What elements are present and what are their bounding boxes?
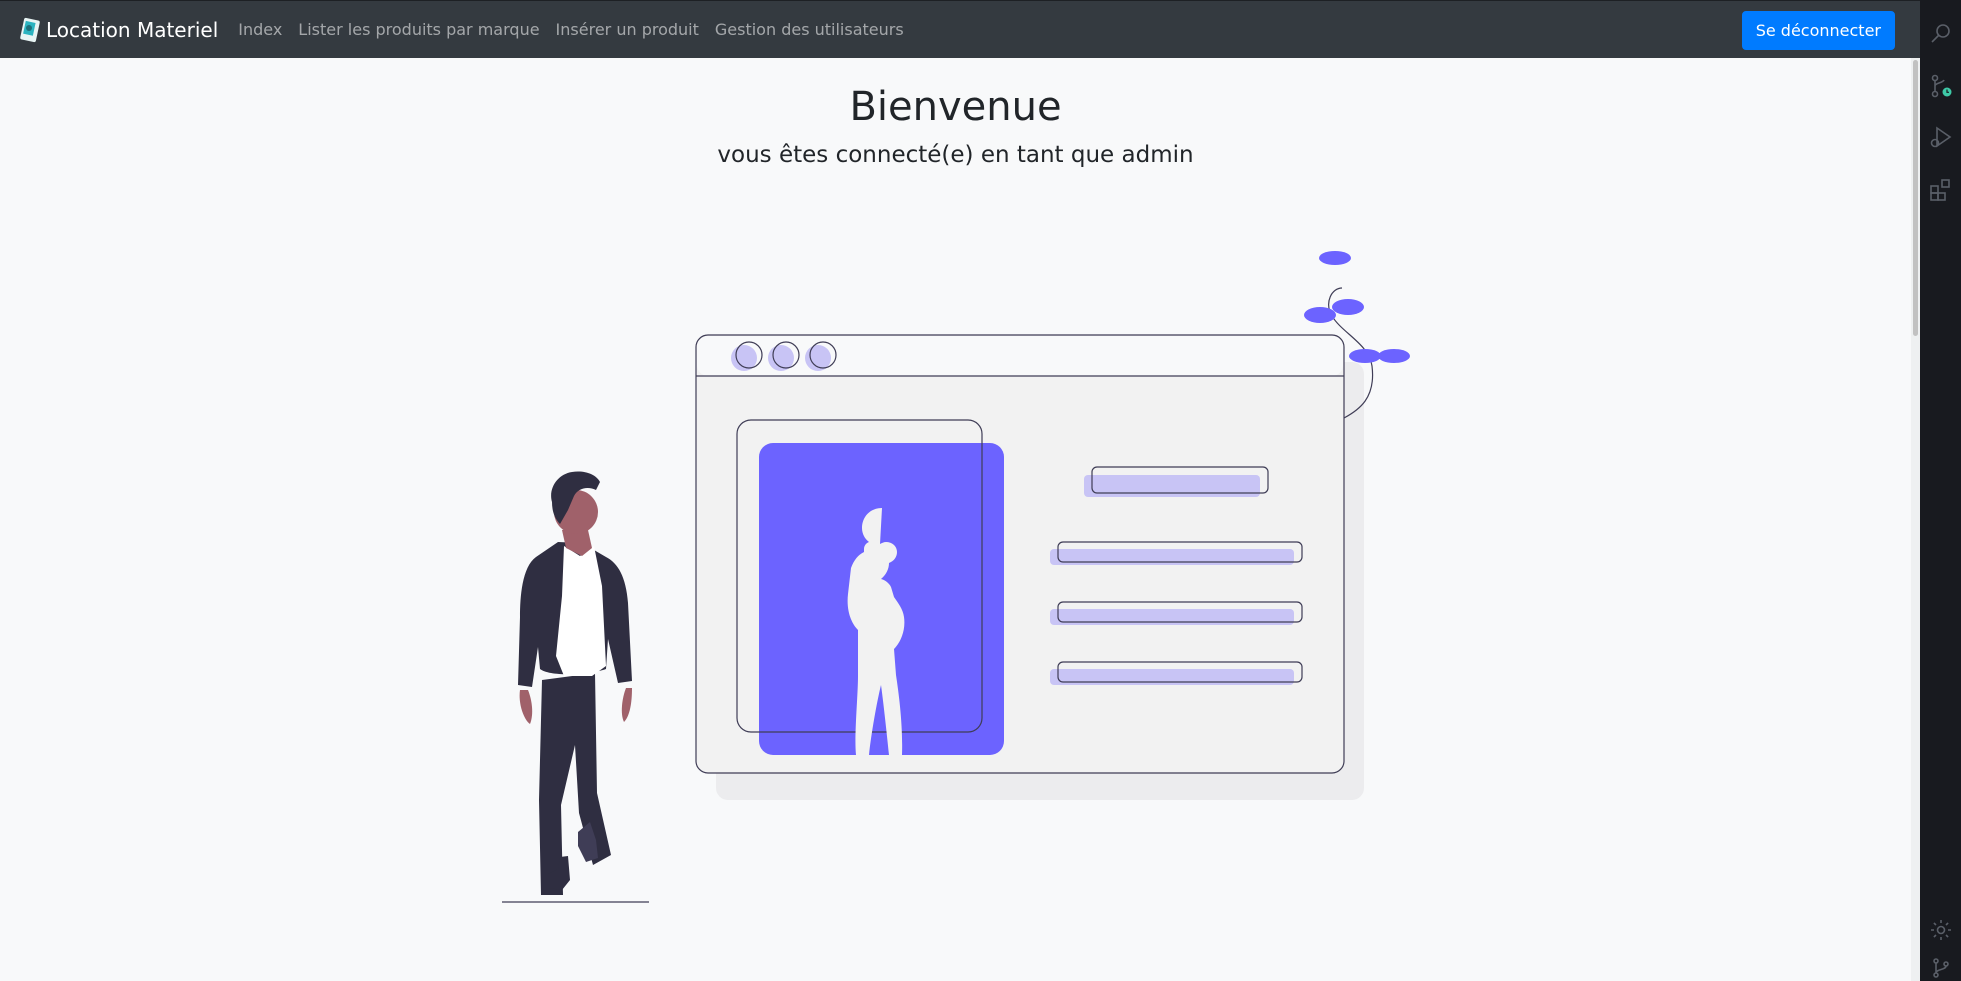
page-title: Bienvenue xyxy=(849,84,1062,130)
run-debug-icon[interactable] xyxy=(1929,125,1953,149)
settings-gear-icon[interactable] xyxy=(1929,918,1953,942)
source-control-icon[interactable] xyxy=(1929,74,1953,98)
brand-name: Location Materiel xyxy=(46,17,219,42)
logout-button[interactable]: Se déconnecter xyxy=(1741,11,1895,50)
window-dots xyxy=(731,341,837,371)
profile-page-illustration xyxy=(502,251,1410,903)
nav-link-user-management[interactable]: Gestion des utilisateurs xyxy=(707,20,912,39)
login-status-subtitle: vous êtes connecté(e) en tant que admin xyxy=(717,142,1194,168)
nav-link-index[interactable]: Index xyxy=(230,20,290,39)
page-scrollbar-thumb[interactable] xyxy=(1913,60,1918,336)
nav-link-insert-product[interactable]: Insérer un produit xyxy=(548,20,707,39)
brand-logo-icon xyxy=(20,17,40,42)
standing-person xyxy=(502,471,649,903)
branch-icon[interactable] xyxy=(1929,956,1953,980)
editor-activity-bar xyxy=(1920,0,1961,981)
nav-links: Index Lister les produits par marque Ins… xyxy=(230,20,911,39)
extensions-icon[interactable] xyxy=(1929,178,1953,202)
search-icon[interactable] xyxy=(1929,22,1953,46)
window-title-bar xyxy=(697,336,1343,376)
brand-link[interactable]: Location Materiel xyxy=(18,16,218,44)
top-navbar: Location Materiel Index Lister les produ… xyxy=(0,0,1920,58)
nav-link-list-products[interactable]: Lister les produits par marque xyxy=(290,20,547,39)
